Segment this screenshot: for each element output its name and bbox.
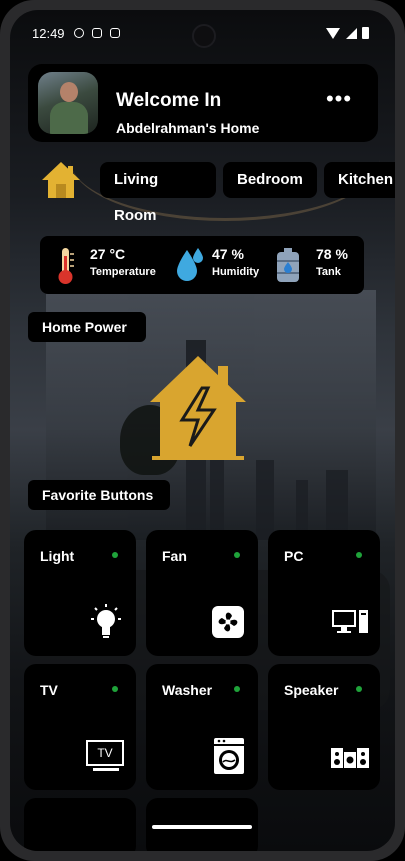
status-time: 12:49 [32, 26, 65, 41]
shield-icon [74, 28, 84, 38]
tv-icon-screen: TV [86, 740, 124, 766]
temperature-label: Temperature [90, 266, 156, 278]
front-camera [192, 24, 216, 48]
sim-card-icon [92, 28, 102, 38]
tank-sensor: 78 % Tank [274, 236, 362, 294]
device-label: Speaker [284, 682, 339, 698]
room-tab-kitchen[interactable]: Kitchen [324, 162, 395, 198]
cell-signal-icon [346, 28, 357, 39]
app-notification-icon [110, 28, 120, 38]
phone-frame: 12:49 Welcome In Abdelrahman's Home ••• … [0, 0, 405, 861]
status-indicator [112, 552, 118, 558]
temperature-sensor: 27 °C Temperature [54, 236, 164, 294]
tv-icon: TV [86, 740, 126, 780]
device-card-speaker[interactable]: Speaker [268, 664, 380, 790]
app-screen: 12:49 Welcome In Abdelrahman's Home ••• … [10, 10, 395, 851]
room-tab-bedroom[interactable]: Bedroom [223, 162, 317, 198]
avatar[interactable] [38, 72, 98, 134]
home-power-button[interactable] [148, 352, 248, 464]
device-card-light[interactable]: Light [24, 530, 136, 656]
device-label: Light [40, 548, 75, 564]
lightbulb-icon [91, 604, 121, 638]
speaker-icon [331, 748, 369, 768]
power-house-icon [150, 356, 246, 460]
washing-machine-icon [214, 738, 244, 774]
more-options-icon[interactable]: ••• [324, 88, 354, 114]
avatar-head [60, 82, 78, 102]
humidity-sensor: 47 % Humidity [174, 236, 264, 294]
background-tower [256, 460, 274, 540]
avatar-body [50, 102, 88, 134]
device-label: Washer [162, 682, 213, 698]
status-indicator [234, 686, 240, 692]
room-tab-living-room[interactable]: Living Room [100, 162, 216, 224]
gesture-home-bar[interactable] [152, 825, 252, 829]
device-label: Fan [162, 548, 187, 564]
welcome-title: Welcome In [116, 90, 222, 111]
home-icon[interactable] [40, 160, 82, 200]
status-bar: 12:49 [10, 10, 395, 56]
device-card-washer[interactable]: Washer [146, 664, 258, 790]
fan-icon [212, 606, 244, 638]
battery-icon [362, 27, 369, 39]
status-indicator [112, 686, 118, 692]
device-card-partial[interactable] [24, 798, 136, 851]
device-label: PC [284, 548, 304, 564]
device-card-fan[interactable]: Fan [146, 530, 258, 656]
favorite-buttons-title: Favorite Buttons [28, 480, 170, 510]
home-name: Abdelrahman's Home [116, 120, 260, 136]
humidity-label: Humidity [212, 266, 260, 278]
home-power-title: Home Power [28, 312, 146, 342]
water-drop-icon [177, 248, 203, 281]
welcome-header: Welcome In Abdelrahman's Home ••• [28, 64, 378, 142]
wifi-icon [326, 28, 340, 39]
device-card-pc[interactable]: PC [268, 530, 380, 656]
tv-icon-stand [93, 768, 119, 771]
water-tank-icon [277, 248, 299, 282]
status-indicator [234, 552, 240, 558]
tank-label: Tank [316, 266, 341, 278]
sensor-panel: 27 °C Temperature 47 % Humidity 78 % Tan… [40, 236, 364, 294]
temperature-value: 27 °C [90, 246, 126, 262]
tank-value: 78 % [316, 246, 348, 262]
humidity-value: 47 % [212, 246, 244, 262]
device-card-tv[interactable]: TV TV [24, 664, 136, 790]
status-indicator [356, 552, 362, 558]
computer-icon [332, 610, 368, 633]
status-indicator [356, 686, 362, 692]
thermometer-icon [58, 248, 74, 284]
device-label: TV [40, 682, 58, 698]
